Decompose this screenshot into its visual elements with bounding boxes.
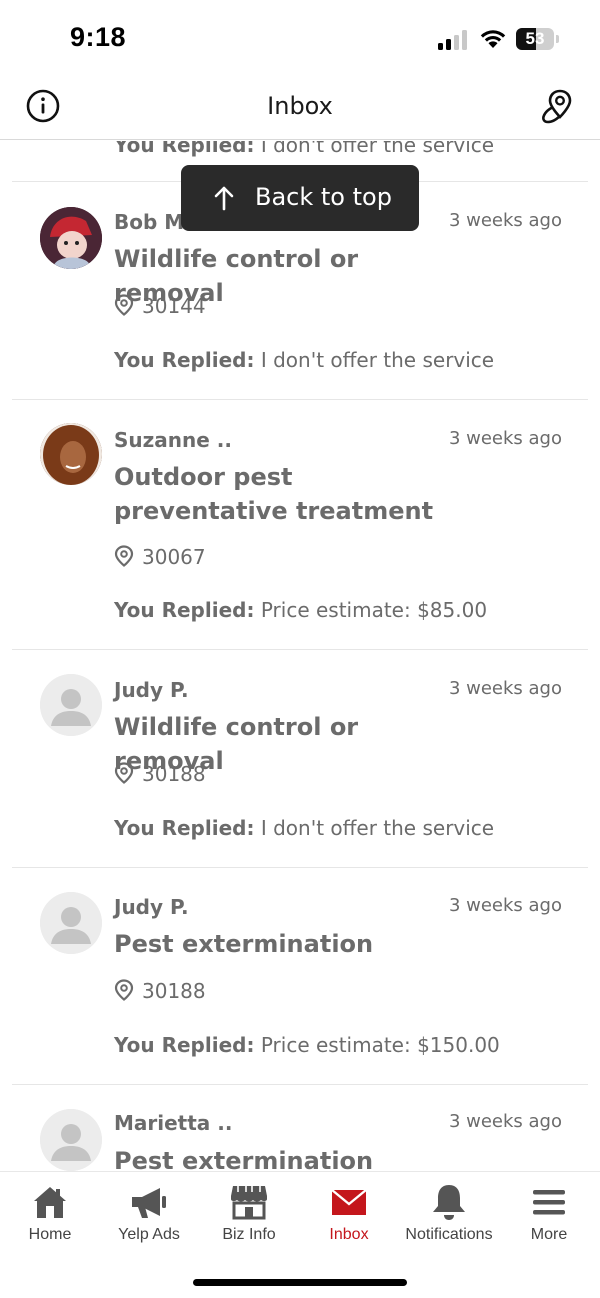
zip-text: 30188 bbox=[142, 762, 206, 786]
reply-text: I don't offer the service bbox=[260, 141, 495, 157]
home-icon bbox=[34, 1187, 66, 1218]
nav-header: Inbox bbox=[0, 78, 600, 140]
lead-reply: You Replied: I don't offer the service bbox=[114, 348, 494, 372]
lead-name: Bob M bbox=[114, 210, 185, 234]
lead-name: Judy P. bbox=[114, 895, 189, 919]
avatar bbox=[40, 1109, 102, 1171]
tab-home[interactable]: Home bbox=[0, 1172, 100, 1262]
tab-label: Notifications bbox=[405, 1226, 493, 1243]
default-avatar-icon bbox=[40, 1109, 102, 1171]
avatar bbox=[40, 423, 102, 485]
back-to-top-label: Back to top bbox=[255, 183, 392, 211]
lead-service: Outdoor pest preventative treatment bbox=[114, 463, 434, 525]
avatar-photo bbox=[40, 207, 102, 269]
lead-reply: You Replied: I don't offer the service bbox=[114, 816, 494, 840]
lead-time: 3 weeks ago bbox=[448, 210, 562, 231]
lead-time: 3 weeks ago bbox=[448, 428, 562, 449]
lead-zip: 30067 bbox=[114, 545, 206, 569]
zip-text: 30188 bbox=[142, 979, 206, 1003]
tab-label: Biz Info bbox=[222, 1226, 276, 1243]
location-pin-icon bbox=[114, 294, 134, 316]
map-pin-icon[interactable] bbox=[538, 87, 576, 125]
lead-zip: 30188 bbox=[114, 762, 206, 786]
zip-text: 30144 bbox=[142, 294, 206, 318]
inbox-list[interactable]: You Replied: I don't offer the service B… bbox=[0, 141, 600, 1171]
location-pin-icon bbox=[114, 545, 134, 567]
lead-time: 3 weeks ago bbox=[448, 1111, 562, 1132]
lead-service: Pest extermination bbox=[114, 930, 374, 958]
tab-more[interactable]: More bbox=[499, 1172, 599, 1262]
battery-tip bbox=[556, 35, 559, 43]
location-pin-icon bbox=[114, 762, 134, 784]
page-title: Inbox bbox=[267, 92, 333, 120]
lead-reply-partial: You Replied: I don't offer the service bbox=[114, 141, 494, 157]
reply-prefix: You Replied: bbox=[114, 816, 255, 840]
megaphone-icon bbox=[132, 1188, 166, 1218]
default-avatar-icon bbox=[40, 674, 102, 736]
avatar bbox=[40, 207, 102, 269]
reply-prefix: You Replied: bbox=[114, 598, 255, 622]
lead-name: Suzanne .. bbox=[114, 428, 232, 452]
lead-reply: You Replied: Price estimate: $150.00 bbox=[114, 1033, 500, 1057]
tab-notifications[interactable]: Notifications bbox=[399, 1172, 499, 1262]
tab-bar: Home Yelp Ads Biz Info Inbox Notificatio… bbox=[0, 1171, 600, 1298]
avatar-photo bbox=[40, 423, 102, 485]
lead-time: 3 weeks ago bbox=[448, 895, 562, 916]
tab-biz-info[interactable]: Biz Info bbox=[199, 1172, 299, 1262]
battery-indicator: 53 bbox=[516, 28, 560, 50]
menu-icon bbox=[533, 1190, 565, 1215]
envelope-icon bbox=[331, 1189, 367, 1215]
default-avatar-icon bbox=[40, 892, 102, 954]
zip-text: 30067 bbox=[142, 545, 206, 569]
tab-label: Home bbox=[28, 1226, 72, 1243]
arrow-up-icon bbox=[214, 186, 234, 211]
battery-percent: 53 bbox=[525, 29, 545, 48]
tab-label: Yelp Ads bbox=[118, 1226, 180, 1243]
tab-label: Inbox bbox=[329, 1226, 369, 1243]
lead-service: Pest extermination bbox=[114, 1147, 374, 1171]
lead-zip: 30188 bbox=[114, 979, 206, 1003]
lead-item[interactable]: Suzanne .. 3 weeks ago Outdoor pest prev… bbox=[0, 400, 600, 649]
lead-item[interactable]: Marietta .. 3 weeks ago Pest exterminati… bbox=[0, 1085, 600, 1171]
back-to-top-button[interactable]: Back to top bbox=[181, 165, 419, 231]
reply-prefix: You Replied: bbox=[114, 348, 255, 372]
battery-icon: 53 bbox=[516, 28, 554, 50]
bell-icon bbox=[433, 1185, 465, 1220]
reply-prefix: You Replied: bbox=[114, 1033, 255, 1057]
lead-zip: 30144 bbox=[114, 294, 206, 318]
lead-time: 3 weeks ago bbox=[448, 678, 562, 699]
lead-name: Marietta .. bbox=[114, 1111, 233, 1135]
lead-item[interactable]: Judy P. 3 weeks ago Wildlife control or … bbox=[0, 650, 600, 867]
lead-item[interactable]: Judy P. 3 weeks ago Pest extermination 3… bbox=[0, 868, 600, 1084]
lead-reply: You Replied: Price estimate: $85.00 bbox=[114, 598, 487, 622]
tab-yelp-ads[interactable]: Yelp Ads bbox=[99, 1172, 199, 1262]
storefront-icon bbox=[231, 1186, 267, 1220]
status-bar: 9:18 53 bbox=[0, 0, 600, 78]
avatar bbox=[40, 892, 102, 954]
reply-text: I don't offer the service bbox=[260, 348, 495, 372]
location-pin-icon bbox=[114, 979, 134, 1001]
home-indicator bbox=[193, 1279, 407, 1286]
cellular-signal-icon bbox=[438, 30, 470, 50]
tab-label: More bbox=[530, 1226, 568, 1243]
avatar bbox=[40, 674, 102, 736]
tab-inbox[interactable]: Inbox bbox=[299, 1172, 399, 1262]
status-time: 9:18 bbox=[70, 22, 127, 52]
reply-text: I don't offer the service bbox=[260, 816, 495, 840]
lead-name: Judy P. bbox=[114, 678, 189, 702]
reply-text: Price estimate: $150.00 bbox=[260, 1033, 500, 1057]
reply-prefix: You Replied: bbox=[114, 141, 255, 157]
reply-text: Price estimate: $85.00 bbox=[260, 598, 488, 622]
wifi-icon bbox=[480, 30, 506, 48]
